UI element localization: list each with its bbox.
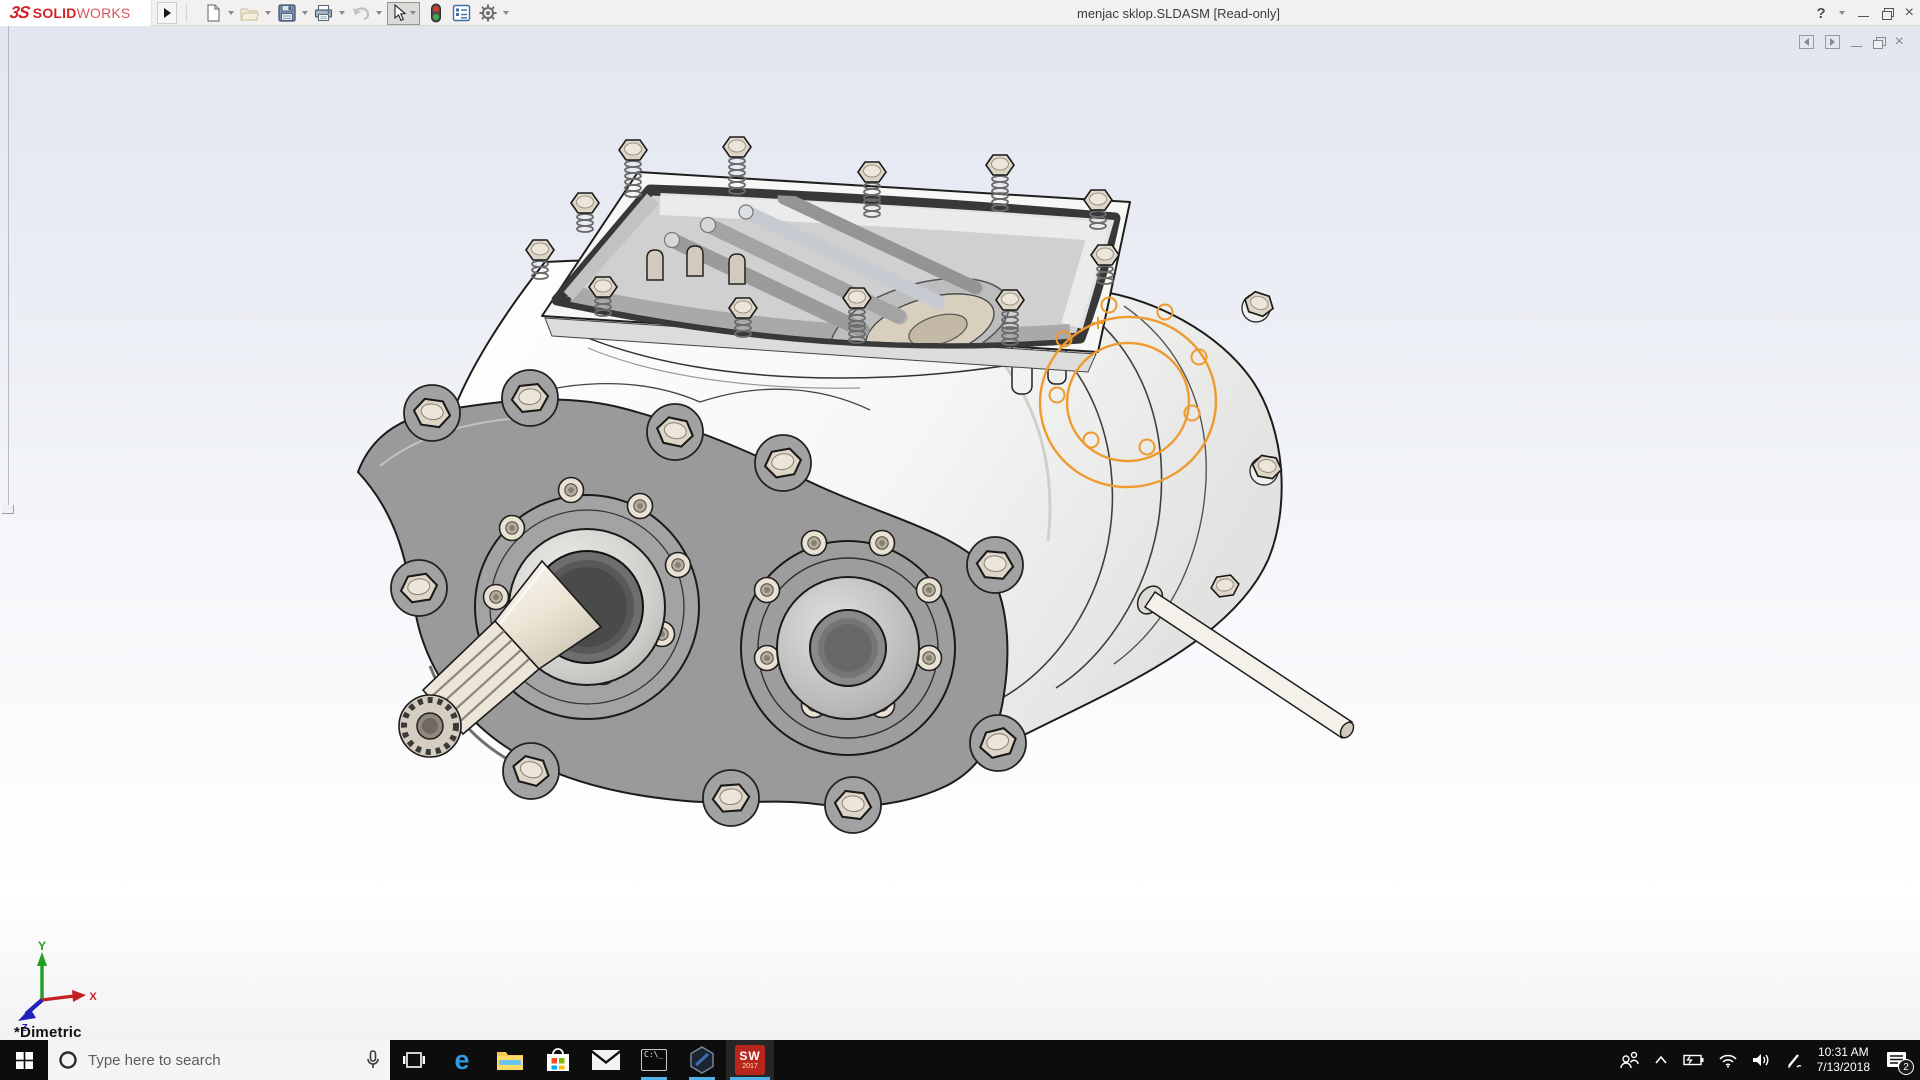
display-settings-icon[interactable] [451, 3, 472, 24]
selection-filter-icon[interactable] [425, 3, 446, 24]
hexagon-app-icon [689, 1046, 715, 1074]
solidworks-2017-icon: SW 2017 [735, 1045, 765, 1075]
windows-taskbar: Type here to search e [0, 1040, 1920, 1080]
save-dropdown-caret[interactable] [302, 11, 308, 15]
help-dropdown-caret[interactable] [1839, 11, 1845, 15]
taskbar-app-store[interactable] [534, 1040, 582, 1080]
toolbar-separator [186, 4, 187, 22]
doc-minimize-button[interactable] [1851, 37, 1862, 48]
doc-restore-button[interactable] [1873, 37, 1884, 48]
new-document-icon[interactable] [202, 3, 223, 24]
pane-left-button[interactable] [1799, 35, 1814, 49]
tray-overflow-button[interactable] [1647, 1040, 1675, 1080]
people-icon [1618, 1051, 1640, 1069]
task-view-button[interactable] [390, 1040, 438, 1080]
select-dropdown-caret[interactable] [410, 11, 416, 15]
people-button[interactable] [1611, 1040, 1647, 1080]
print-dropdown-caret[interactable] [339, 11, 345, 15]
menu-flyout-button[interactable] [157, 2, 177, 24]
solidworks-logo: 3S SOLIDWORKS [0, 0, 152, 26]
logo-text-solid: SOLID [33, 5, 77, 21]
volume-button[interactable] [1745, 1040, 1778, 1080]
feature-pane-edge[interactable] [8, 26, 9, 508]
logo-text-works: WORKS [77, 5, 131, 21]
title-bar: 3S SOLIDWORKS [0, 0, 1920, 26]
undo-icon[interactable] [350, 3, 371, 24]
pane-right-icon [1830, 38, 1835, 46]
app-restore-button[interactable] [1882, 8, 1892, 18]
battery-charging-icon [1682, 1054, 1704, 1066]
window-title: menjac sklop.SLDASM [Read-only] [1077, 0, 1280, 26]
help-button[interactable]: ? [1816, 5, 1825, 22]
command-prompt-icon: C:\_ [641, 1049, 667, 1071]
pane-left-icon [1804, 38, 1809, 46]
app-minimize-button[interactable] [1858, 8, 1869, 19]
taskbar-app-solidworks[interactable]: SW 2017 [726, 1040, 774, 1080]
flyout-arrow-icon [164, 8, 171, 18]
pen-icon [1785, 1052, 1802, 1069]
task-view-icon [403, 1051, 425, 1069]
options-gear-icon[interactable] [477, 3, 498, 24]
search-placeholder: Type here to search [88, 1052, 356, 1069]
print-icon[interactable] [313, 3, 334, 24]
gearbox-assembly-model[interactable] [0, 26, 1920, 1040]
clock-time: 10:31 AM [1818, 1045, 1869, 1060]
wifi-button[interactable] [1711, 1040, 1745, 1080]
notification-badge: 2 [1898, 1059, 1914, 1075]
svg-text:e: e [454, 1046, 469, 1074]
mail-icon [592, 1050, 620, 1070]
file-explorer-icon [496, 1048, 524, 1072]
triad-y-label: Y [38, 939, 46, 953]
document-window-controls: × [1799, 34, 1904, 50]
doc-close-button[interactable]: × [1895, 34, 1904, 50]
taskbar-app-hexagon[interactable] [678, 1040, 726, 1080]
orientation-triad[interactable]: Y X Z [10, 938, 100, 1033]
graphics-viewport[interactable]: × Y X Z *Dimetric [0, 26, 1920, 1040]
cortana-icon [58, 1050, 78, 1070]
microphone-icon[interactable] [366, 1050, 380, 1070]
edge-icon: e [448, 1046, 476, 1074]
main-toolbar [202, 0, 509, 26]
3ds-swoosh-icon: 3S [8, 3, 30, 23]
taskbar-search[interactable]: Type here to search [48, 1040, 390, 1080]
windows-logo-icon [16, 1052, 33, 1069]
chevron-up-icon [1654, 1055, 1668, 1065]
view-orientation-label: *Dimetric [14, 1024, 82, 1041]
system-tray: 10:31 AM 7/13/2018 2 [1611, 1040, 1920, 1080]
pane-right-button[interactable] [1825, 35, 1840, 49]
taskbar-app-command-prompt[interactable]: C:\_ [630, 1040, 678, 1080]
battery-button[interactable] [1675, 1040, 1711, 1080]
triad-x-label: X [89, 991, 97, 1003]
select-tool-active[interactable] [387, 2, 420, 25]
select-cursor-icon [391, 4, 407, 22]
store-icon [545, 1047, 571, 1073]
open-dropdown-caret[interactable] [265, 11, 271, 15]
sw-icon-year: 2017 [742, 1063, 758, 1070]
wifi-icon [1718, 1053, 1738, 1068]
volume-icon [1752, 1052, 1771, 1068]
start-button[interactable] [0, 1040, 48, 1080]
clock-date: 7/13/2018 [1817, 1060, 1870, 1075]
sw-icon-letters: SW [739, 1050, 760, 1062]
options-dropdown-caret[interactable] [503, 11, 509, 15]
open-icon[interactable] [239, 3, 260, 24]
taskbar-clock[interactable]: 10:31 AM 7/13/2018 [1809, 1040, 1878, 1080]
taskbar-app-mail[interactable] [582, 1040, 630, 1080]
pen-button[interactable] [1778, 1040, 1809, 1080]
save-icon[interactable] [276, 3, 297, 24]
taskbar-app-file-explorer[interactable] [486, 1040, 534, 1080]
action-center-button[interactable]: 2 [1878, 1040, 1920, 1080]
undo-dropdown-caret[interactable] [376, 11, 382, 15]
app-close-button[interactable]: × [1905, 5, 1914, 21]
taskbar-app-edge[interactable]: e [438, 1040, 486, 1080]
new-dropdown-caret[interactable] [228, 11, 234, 15]
feature-pane-tab[interactable] [2, 505, 14, 514]
